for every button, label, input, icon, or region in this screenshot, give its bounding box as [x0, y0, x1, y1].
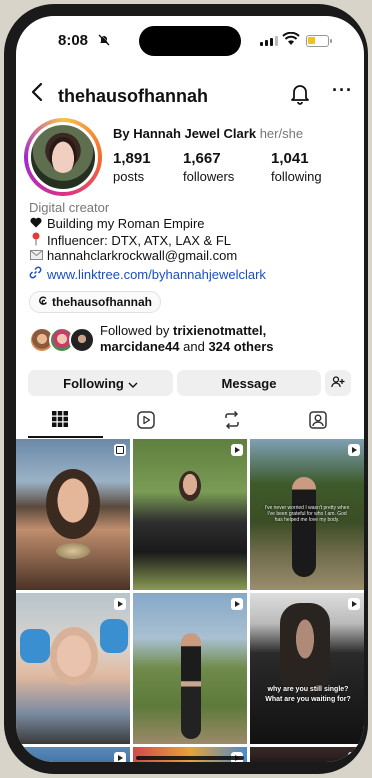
reels-icon[interactable]	[136, 410, 156, 430]
followers-label: followers	[183, 169, 235, 184]
link-icon	[29, 266, 42, 282]
reposts-icon[interactable]	[222, 410, 242, 430]
followers-count: 1,667	[183, 150, 221, 167]
bell-slash-icon	[98, 33, 111, 49]
notification-bell-icon[interactable]	[290, 83, 310, 110]
profile-link[interactable]: www.linktree.com/byhannahjewelclark	[29, 266, 266, 282]
bio-line-2: Influencer: DTX, ATX, LAX & FL	[29, 232, 231, 249]
post-thumbnail-3[interactable]: I've never worried I wasn't pretty when …	[250, 439, 364, 590]
battery-icon	[306, 35, 329, 47]
home-indicator[interactable]	[136, 756, 244, 760]
reel-play-icon	[348, 598, 360, 610]
battery-cap	[330, 39, 332, 43]
signal-icon	[260, 36, 278, 46]
post-3-subject	[292, 477, 316, 577]
posts-count: 1,891	[113, 150, 151, 167]
add-person-icon	[331, 375, 345, 391]
envelope-icon	[29, 249, 43, 263]
status-bar: 8:08	[16, 16, 364, 70]
followed-prefix: Followed by	[100, 323, 170, 338]
followed-user-1: trixienotmattel,	[173, 323, 267, 338]
message-button[interactable]: Message	[177, 370, 321, 396]
carousel-icon	[114, 444, 126, 456]
stat-following[interactable]: 1,041 following	[271, 150, 322, 184]
mutual-avatar-3	[69, 327, 95, 353]
back-arrow-icon[interactable]	[30, 82, 46, 107]
following-label: following	[271, 169, 322, 184]
bio-line-1: Building my Roman Empire	[29, 216, 205, 231]
threads-badge[interactable]: thehausofhannah	[29, 291, 162, 313]
pin-icon	[29, 232, 43, 249]
post-thumbnail-7[interactable]	[16, 747, 130, 762]
dynamic-island	[139, 26, 241, 56]
black-heart-icon	[29, 217, 43, 231]
stat-posts[interactable]: 1,891 posts	[113, 150, 151, 184]
post-4-subject	[50, 627, 98, 685]
post-thumbnail-5[interactable]	[133, 593, 247, 744]
bio-text-1: Building my Roman Empire	[47, 216, 205, 231]
pronouns: her/she	[259, 126, 304, 141]
bio-line-3: hannahclarkrockwall@gmail.com	[29, 248, 237, 263]
reel-play-icon	[231, 598, 243, 610]
post-3-caption: I've never worried I wasn't pretty when …	[264, 505, 350, 523]
post-thumbnail-4[interactable]	[16, 593, 130, 744]
followed-middle: and	[183, 339, 205, 354]
posts-grid: I've never worried I wasn't pretty when …	[16, 439, 364, 762]
bio-text-3[interactable]: hannahclarkrockwall@gmail.com	[47, 248, 237, 263]
post-5-subject	[181, 633, 201, 739]
more-options-icon[interactable]: ···	[332, 80, 353, 101]
avatar[interactable]	[28, 122, 98, 192]
link-text: www.linktree.com/byhannahjewelclark	[47, 266, 266, 282]
posts-label: posts	[113, 169, 145, 184]
bio-text-2: Influencer: DTX, ATX, LAX & FL	[47, 233, 231, 248]
post-thumbnail-6[interactable]: why are you still single? What are you w…	[250, 593, 364, 744]
mutual-followers-avatars[interactable]	[29, 327, 97, 353]
post-1-subject	[46, 469, 100, 539]
status-time: 8:08	[58, 32, 89, 49]
followed-others: 324 others	[208, 339, 274, 354]
reel-play-icon	[114, 598, 126, 610]
followed-user-2: marcidane44	[100, 339, 180, 354]
grid-icon[interactable]	[51, 410, 71, 430]
suggest-user-button[interactable]	[325, 370, 351, 396]
post-4-glove	[20, 629, 50, 663]
wifi-icon	[282, 31, 300, 51]
following-label: Following	[63, 375, 124, 391]
post-2-subject	[179, 471, 201, 501]
profile-full-name: By Hannah Jewel Clark her/she	[113, 126, 303, 141]
active-tab-indicator	[28, 436, 103, 438]
post-thumbnail-2[interactable]	[133, 439, 247, 590]
post-1-necklace	[56, 543, 90, 559]
following-button[interactable]: Following	[28, 370, 173, 396]
following-count: 1,041	[271, 150, 309, 167]
reel-play-icon	[348, 444, 360, 456]
followed-by-text[interactable]: Followed by trixienotmattel, marcidane44…	[100, 323, 274, 355]
post-6-subject	[280, 603, 330, 693]
reel-play-icon	[231, 444, 243, 456]
stat-followers[interactable]: 1,667 followers	[183, 150, 234, 184]
post-6-caption-line1: why are you still single?	[267, 686, 349, 693]
content-tabs	[16, 406, 364, 438]
reel-play-icon	[348, 752, 360, 762]
profile-category: Digital creator	[29, 200, 110, 215]
tagged-icon[interactable]	[308, 410, 328, 430]
chevron-down-icon	[128, 376, 138, 391]
profile-username: thehausofhannah	[58, 86, 209, 106]
threads-icon	[38, 295, 48, 309]
screen: 8:08 thehausofhannah ··· By Hannah Jewel…	[16, 16, 364, 762]
threads-handle: thehausofhannah	[52, 295, 153, 309]
post-4-glove-2	[100, 619, 128, 653]
post-thumbnail-1[interactable]	[16, 439, 130, 590]
profile-header: thehausofhannah ···	[16, 78, 364, 114]
full-name-text: By Hannah Jewel Clark	[113, 126, 257, 141]
message-label: Message	[221, 375, 277, 391]
post-thumbnail-9[interactable]	[250, 747, 364, 762]
reel-play-icon	[114, 752, 126, 762]
post-6-caption-line2: What are you waiting for?	[265, 696, 351, 703]
